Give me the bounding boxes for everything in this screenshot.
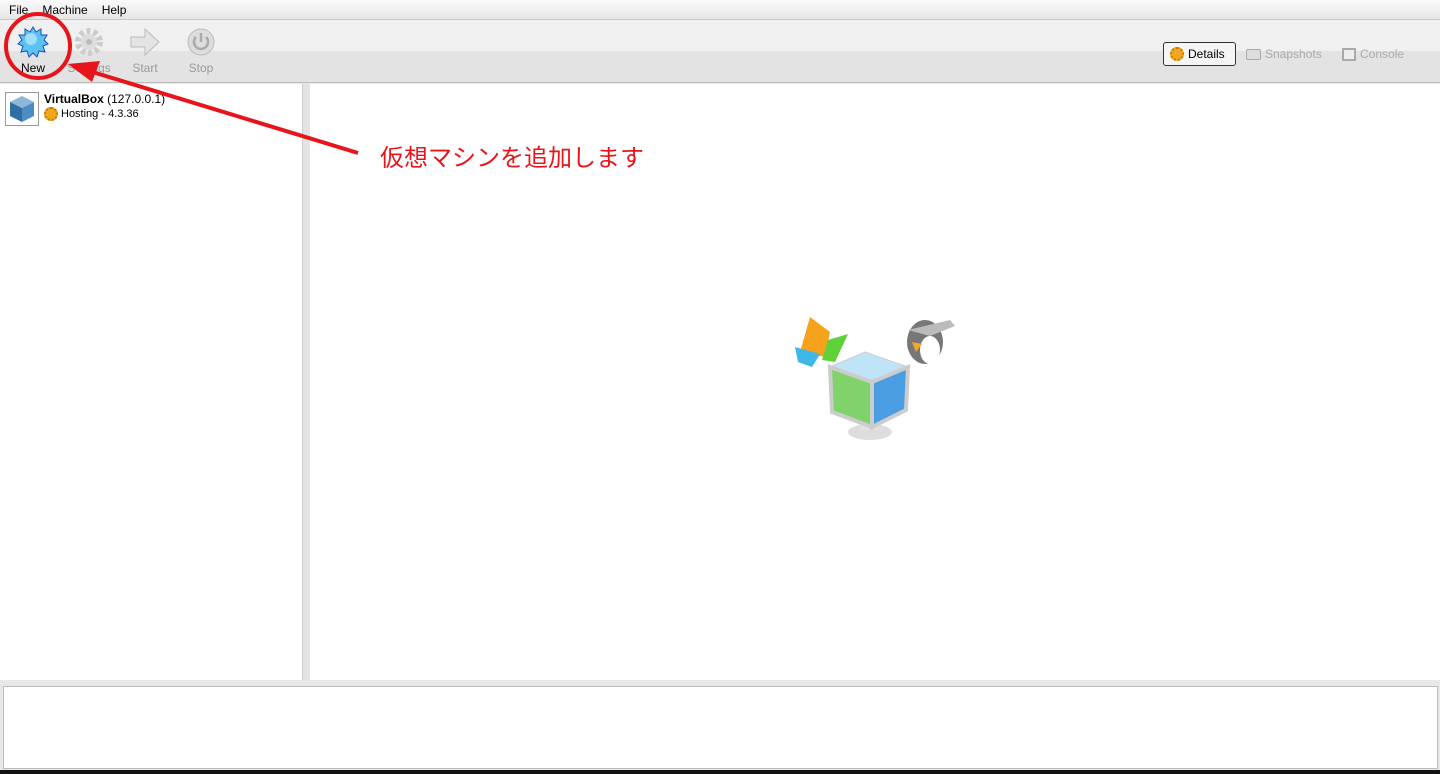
toolbar: New Settings Start Stop Details Snapshot… (0, 20, 1440, 83)
menu-bar: File Machine Help (0, 0, 1440, 20)
vm-list-item[interactable]: VirtualBox (127.0.0.1) Hosting - 4.3.36 (5, 92, 165, 126)
virtualbox-cube-icon (5, 92, 39, 126)
start-button[interactable]: Start (117, 26, 173, 75)
menu-file[interactable]: File (9, 3, 28, 17)
menu-help[interactable]: Help (102, 3, 127, 17)
new-button[interactable]: New (5, 26, 61, 75)
settings-button[interactable]: Settings (61, 26, 117, 75)
arrow-right-icon (130, 27, 160, 57)
details-button[interactable]: Details (1163, 42, 1236, 66)
hosting-gear-icon (44, 107, 58, 121)
virtualbox-logo (795, 317, 955, 440)
panel-splitter[interactable] (302, 84, 310, 680)
annotation-text: 仮想マシンを追加します (380, 145, 644, 172)
console-button[interactable]: Console (1336, 42, 1410, 66)
stop-button[interactable]: Stop (173, 26, 229, 75)
menu-machine[interactable]: Machine (42, 3, 87, 17)
vm-list-panel (0, 84, 302, 680)
power-icon (187, 28, 215, 56)
gear-icon (75, 28, 103, 56)
log-panel (3, 686, 1438, 769)
vm-state: Hosting - 4.3.36 (61, 108, 139, 120)
new-star-icon (17, 26, 49, 58)
details-gear-icon (1170, 47, 1184, 61)
camera-icon (1246, 48, 1261, 60)
vm-address: (127.0.0.1) (107, 92, 166, 106)
window-bottom-edge (0, 770, 1440, 774)
monitor-icon (1342, 47, 1356, 61)
vm-name: VirtualBox (44, 92, 104, 106)
snapshots-button[interactable]: Snapshots (1240, 42, 1328, 66)
